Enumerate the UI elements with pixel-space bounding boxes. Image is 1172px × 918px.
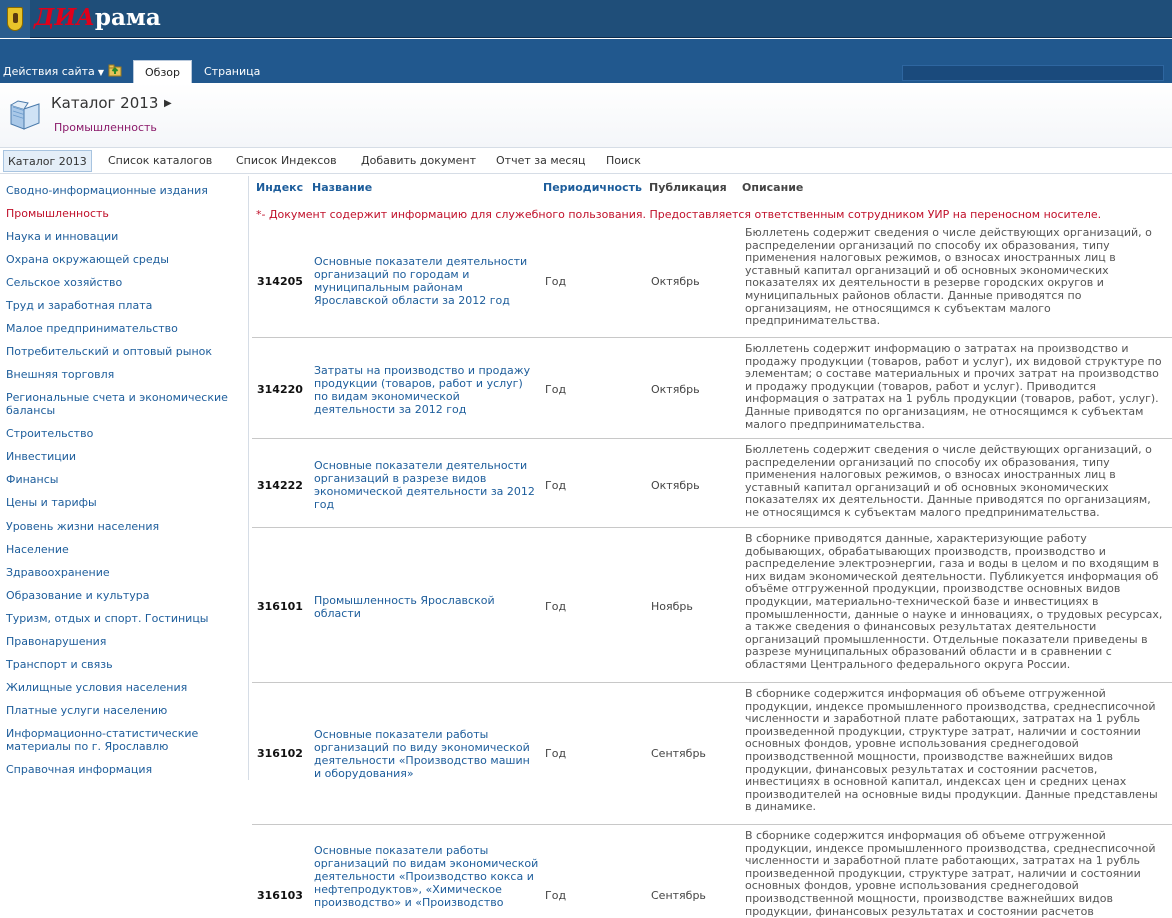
sidebar-item-living-standard[interactable]: Уровень жизни населения <box>6 520 242 533</box>
topnav-search[interactable]: Поиск <box>602 150 645 172</box>
row-period: Год <box>545 600 567 613</box>
region-crest-icon[interactable] <box>0 0 30 38</box>
sidebar-item-science[interactable]: Наука и инновации <box>6 230 242 243</box>
row-index: 314220 <box>257 383 303 396</box>
table-row: 316101 Промышленность Ярославской област… <box>252 528 1172 683</box>
row-description: Бюллетень содержит сведения о числе дейс… <box>745 443 1152 519</box>
sidebar-item-population[interactable]: Население <box>6 543 242 556</box>
column-header-index[interactable]: Индекс <box>256 181 303 194</box>
sidebar-item-investments[interactable]: Инвестиции <box>6 450 242 463</box>
row-publication: Сентябрь <box>651 889 706 902</box>
sidebar-item-labor[interactable]: Труд и заработная плата <box>6 299 242 312</box>
row-description: Бюллетень содержит информацию о затратах… <box>745 342 1162 431</box>
row-period: Год <box>545 275 567 288</box>
table-row: 314205 Основные показатели деятельности … <box>252 224 1172 338</box>
row-publication: Октябрь <box>651 383 700 396</box>
row-publication: Ноябрь <box>651 600 693 613</box>
sidebar-item-yaroslavl-materials[interactable]: Информационно-статистические материалы п… <box>6 727 242 753</box>
logo-white-part: рама <box>94 4 161 31</box>
site-logo[interactable]: ДИАрама <box>34 4 161 31</box>
row-title-link[interactable]: Основные показатели работы организаций п… <box>314 844 540 909</box>
row-description: В сборнике содержится информация об объе… <box>745 687 1158 814</box>
topnav-monthly-report[interactable]: Отчет за месяц <box>492 150 590 172</box>
book-icon <box>10 100 40 130</box>
navigate-up-icon[interactable] <box>108 63 123 77</box>
table-row: 316103 Основные показатели работы органи… <box>252 825 1172 918</box>
crest-shield-icon <box>7 7 23 31</box>
row-description: В сборнике приводятся данные, характериз… <box>745 532 1163 671</box>
sidebar-item-reference[interactable]: Справочная информация <box>6 763 242 776</box>
topnav-catalog-list[interactable]: Список каталогов <box>104 150 216 172</box>
row-publication: Сентябрь <box>651 747 706 760</box>
sidebar-item-agriculture[interactable]: Сельское хозяйство <box>6 276 242 289</box>
sidebar-item-consumer-market[interactable]: Потребительский и оптовый рынок <box>6 345 242 358</box>
row-index: 314222 <box>257 479 303 492</box>
table-row: 314220 Затраты на производство и продажу… <box>252 338 1172 439</box>
sidebar-item-housing[interactable]: Жилищные условия населения <box>6 681 242 694</box>
row-index: 316103 <box>257 889 303 902</box>
sidebar-item-summary[interactable]: Сводно-информационные издания <box>6 184 242 197</box>
sidebar-item-offenses[interactable]: Правонарушения <box>6 635 242 648</box>
topnav-index-list[interactable]: Список Индексов <box>232 150 341 172</box>
row-publication: Октябрь <box>651 479 700 492</box>
sidebar-item-paid-services[interactable]: Платные услуги населению <box>6 704 242 717</box>
row-period: Год <box>545 479 567 492</box>
sidebar-item-finance[interactable]: Финансы <box>6 473 242 486</box>
row-title-link[interactable]: Затраты на производство и продажу продук… <box>314 364 540 416</box>
sidebar-item-environment[interactable]: Охрана окружающей среды <box>6 253 242 266</box>
row-index: 316102 <box>257 747 303 760</box>
tab-page[interactable]: Страница <box>193 60 271 83</box>
column-header-publication: Публикация <box>649 181 727 194</box>
logo-red-part: ДИА <box>34 4 95 31</box>
site-actions-menu[interactable]: Действия сайта ▼ <box>3 65 104 78</box>
column-header-description: Описание <box>742 181 804 194</box>
left-navigation: Сводно-информационные издания Промышленн… <box>0 176 249 780</box>
row-title-link[interactable]: Промышленность Ярославской области <box>314 594 540 620</box>
page-title[interactable]: Каталог 2013 <box>51 94 158 112</box>
topnav-add-document[interactable]: Добавить документ <box>357 150 480 172</box>
row-period: Год <box>545 747 567 760</box>
row-period: Год <box>545 889 567 902</box>
title-area: Каталог 2013 ▶ Промышленность <box>0 83 1172 148</box>
row-title-link[interactable]: Основные показатели работы организаций п… <box>314 728 540 780</box>
chevron-down-icon: ▼ <box>97 68 104 77</box>
sidebar-item-small-business[interactable]: Малое предпринимательство <box>6 322 242 335</box>
column-header-period[interactable]: Периодичность <box>543 181 642 194</box>
breadcrumb-arrow-icon: ▶ <box>164 98 172 109</box>
sidebar-item-healthcare[interactable]: Здравоохранение <box>6 566 242 579</box>
sidebar-item-tourism[interactable]: Туризм, отдых и спорт. Гостиницы <box>6 612 242 625</box>
row-title-link[interactable]: Основные показатели деятельности организ… <box>314 255 540 307</box>
row-title-link[interactable]: Основные показатели деятельности организ… <box>314 459 540 511</box>
ribbon-right-area <box>902 65 1164 81</box>
sidebar-item-transport[interactable]: Транспорт и связь <box>6 658 242 671</box>
topnav-catalog-2013[interactable]: Каталог 2013 <box>3 150 92 172</box>
ribbon-bar: Действия сайта ▼ Обзор Страница <box>0 39 1172 83</box>
sidebar-item-regional-accounts[interactable]: Региональные счета и экономические балан… <box>6 391 242 417</box>
top-link-bar: Каталог 2013 Список каталогов Список Инд… <box>0 148 1172 174</box>
sidebar-item-industry[interactable]: Промышленность <box>6 207 242 220</box>
tab-browse[interactable]: Обзор <box>133 60 193 83</box>
site-actions-label: Действия сайта <box>3 65 95 78</box>
catalog-table: Индекс Название Периодичность Публикация… <box>252 176 1172 918</box>
row-publication: Октябрь <box>651 275 700 288</box>
row-description: В сборнике содержится информация об объе… <box>745 829 1156 918</box>
row-description: Бюллетень содержит сведения о числе дейс… <box>745 226 1152 328</box>
row-index: 316101 <box>257 600 303 613</box>
sidebar-item-education[interactable]: Образование и культура <box>6 589 242 602</box>
column-header-name[interactable]: Название <box>312 181 372 194</box>
row-period: Год <box>545 383 567 396</box>
site-banner: ДИАрама <box>0 0 1172 38</box>
page-subtitle[interactable]: Промышленность <box>54 121 157 134</box>
sidebar-item-construction[interactable]: Строительство <box>6 427 242 440</box>
table-row: 316102 Основные показатели работы органи… <box>252 683 1172 825</box>
table-row: 314222 Основные показатели деятельности … <box>252 439 1172 528</box>
sidebar-item-foreign-trade[interactable]: Внешняя торговля <box>6 368 242 381</box>
row-index: 314205 <box>257 275 303 288</box>
sidebar-item-prices[interactable]: Цены и тарифы <box>6 496 242 509</box>
restricted-notice: *- Документ содержит информацию для служ… <box>256 208 1102 221</box>
